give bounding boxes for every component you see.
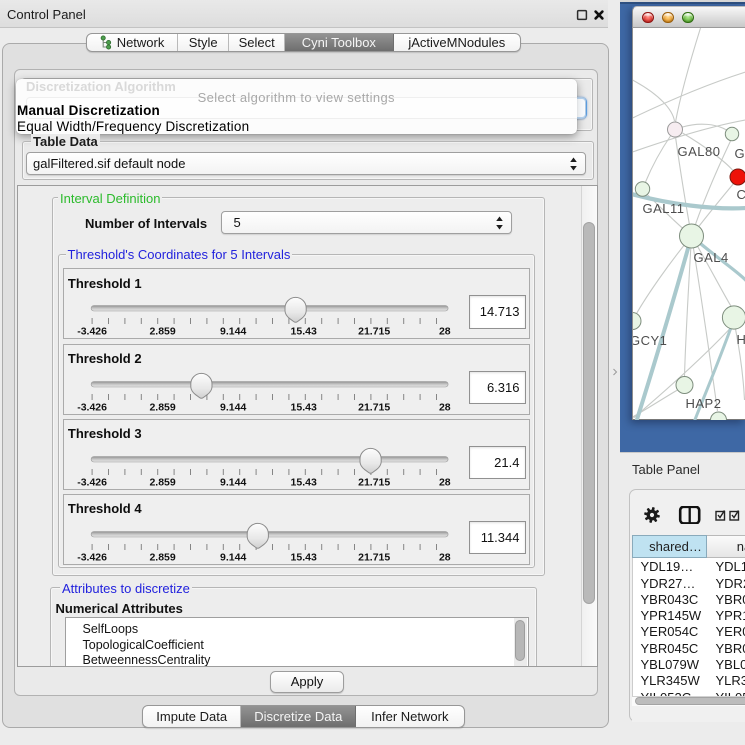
svg-text:28: 28 [439, 401, 451, 413]
svg-text:-3.426: -3.426 [77, 326, 107, 338]
svg-text:GAL80: GAL80 [677, 144, 720, 159]
svg-text:-3.426: -3.426 [77, 476, 107, 488]
svg-text:15.43: 15.43 [290, 326, 316, 338]
svg-text:28: 28 [439, 551, 451, 563]
svg-text:9.144: 9.144 [220, 551, 246, 563]
svg-text:9.144: 9.144 [220, 476, 246, 488]
svg-text:9.144: 9.144 [220, 401, 246, 413]
svg-text:21.715: 21.715 [358, 401, 390, 413]
svg-text:GAL4: GAL4 [693, 250, 728, 265]
svg-text:28: 28 [439, 326, 451, 338]
svg-text:GAL3: GAL3 [734, 146, 745, 161]
svg-text:2.859: 2.859 [149, 476, 175, 488]
svg-text:15.43: 15.43 [290, 476, 316, 488]
svg-text:GCY1: GCY1 [633, 333, 667, 348]
svg-text:15.43: 15.43 [290, 551, 316, 563]
svg-text:HIS7: HIS7 [736, 332, 745, 347]
svg-text:HAP2: HAP2 [685, 396, 721, 411]
svg-text:2.859: 2.859 [149, 326, 175, 338]
svg-text:21.715: 21.715 [358, 476, 390, 488]
svg-text:28: 28 [439, 476, 451, 488]
svg-text:GAL11: GAL11 [642, 201, 684, 216]
svg-text:-3.426: -3.426 [77, 401, 107, 413]
svg-text:21.715: 21.715 [358, 551, 390, 563]
svg-text:15.43: 15.43 [290, 401, 316, 413]
svg-text:2.859: 2.859 [149, 401, 175, 413]
svg-text:CRP1: CRP1 [736, 187, 745, 202]
svg-text:9.144: 9.144 [220, 326, 246, 338]
svg-text:21.715: 21.715 [358, 326, 390, 338]
svg-text:-3.426: -3.426 [77, 551, 107, 563]
svg-text:2.859: 2.859 [149, 551, 175, 563]
